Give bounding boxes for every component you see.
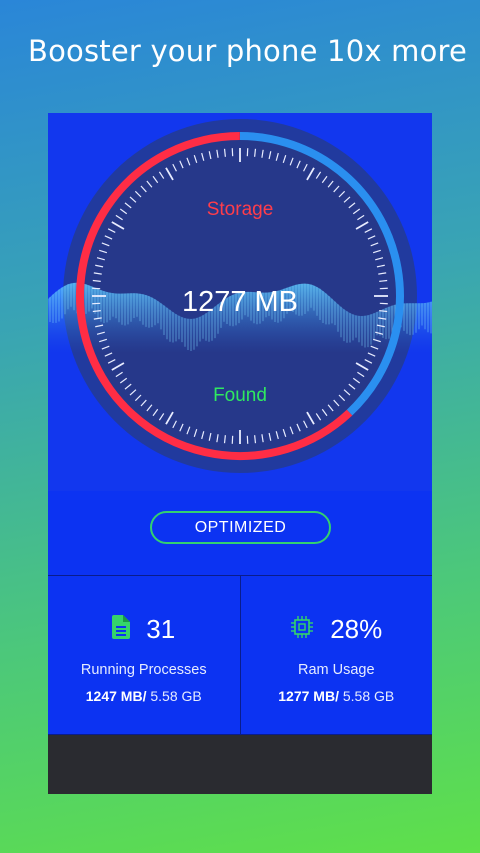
storage-gauge: Storage 1277 MB Found xyxy=(48,113,432,491)
ram-memory: 1277 MB/ 5.58 GB xyxy=(241,688,433,704)
running-processes-stat[interactable]: 31 Running Processes 1247 MB/ 5.58 GB xyxy=(48,576,240,734)
gauge-tick xyxy=(379,279,388,282)
ram-percent: 28% xyxy=(330,614,383,644)
running-processes-label: Running Processes xyxy=(80,662,207,678)
stats-panel: 31 Running Processes 1247 MB/ 5.58 GB 28… xyxy=(48,575,432,735)
optimized-button[interactable]: OPTIMIZED xyxy=(150,511,331,544)
ram-usage-stat[interactable]: 28% Ram Usage 1277 MB/ 5.58 GB xyxy=(239,576,433,734)
gauge-bottom-label: Found xyxy=(213,385,267,406)
gauge-tick xyxy=(254,435,257,444)
process-memory: 1247 MB/ 5.58 GB xyxy=(48,688,240,704)
process-memory-used: 1247 MB/ xyxy=(85,688,147,704)
gauge-tick xyxy=(92,279,101,282)
process-count: 31 xyxy=(146,614,176,644)
document-icon xyxy=(112,615,131,644)
booster-card: Storage 1277 MB Found OPTIMIZED 31 Runni… xyxy=(48,113,432,794)
gauge-top-label: Storage xyxy=(206,199,274,220)
process-memory-total: 5.58 GB xyxy=(146,688,202,704)
gauge-tick xyxy=(223,435,226,444)
gauge-value: 1277 MB xyxy=(181,286,299,318)
headline: Booster your phone 10x more xyxy=(28,34,468,68)
gauge-tick xyxy=(254,148,257,157)
bottom-bar xyxy=(48,735,432,794)
ram-usage-label: Ram Usage xyxy=(297,662,375,678)
ram-memory-used: 1277 MB/ xyxy=(278,688,339,704)
ram-memory-total: 5.58 GB xyxy=(338,688,395,704)
gauge-tick xyxy=(223,148,226,157)
chip-icon xyxy=(290,615,314,644)
